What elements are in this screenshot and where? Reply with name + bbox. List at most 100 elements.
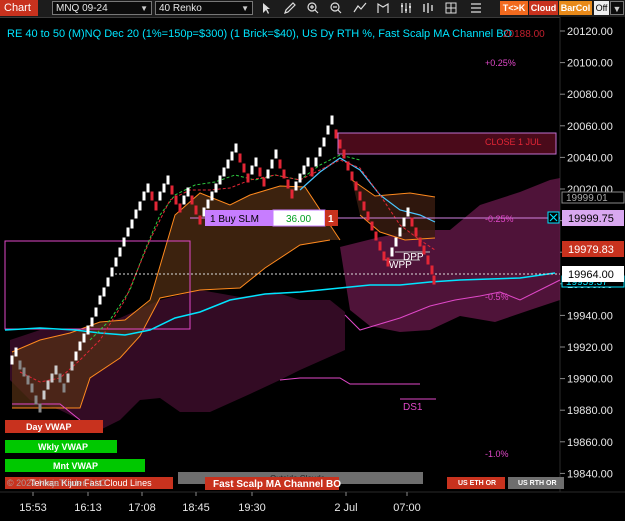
renko-brick	[106, 277, 110, 287]
renko-brick	[146, 183, 150, 193]
renko-brick	[354, 181, 358, 191]
bars-icon[interactable]	[420, 1, 436, 15]
y-axis-tick-label: 19940.00	[567, 310, 613, 322]
renko-brick	[378, 241, 382, 251]
zoom-in-icon[interactable]	[305, 1, 321, 15]
renko-brick	[58, 373, 62, 383]
pencil-icon[interactable]	[282, 1, 298, 15]
day-vwap-label: Day VWAP	[26, 422, 72, 432]
renko-brick	[154, 201, 158, 211]
renko-brick	[170, 185, 174, 195]
renko-brick	[234, 143, 238, 153]
renko-brick	[54, 365, 58, 375]
wpp-label: WPP	[389, 260, 412, 271]
bar-type-value: 40 Renko	[159, 3, 202, 14]
renko-brick	[70, 361, 74, 371]
y-axis-tick-label: 19840.00	[567, 468, 613, 480]
renko-brick	[158, 191, 162, 201]
renko-brick	[358, 191, 362, 201]
y-axis-tick-label: 20060.00	[567, 121, 613, 133]
renko-brick	[254, 157, 258, 167]
renko-brick	[118, 247, 122, 257]
renko-brick	[346, 161, 350, 171]
renko-brick	[206, 199, 210, 209]
renko-brick	[198, 215, 202, 225]
buy-order-qty: 1	[328, 214, 334, 225]
renko-brick	[410, 217, 414, 227]
renko-brick	[242, 163, 246, 173]
buy-order-label: 1 Buy SLM	[210, 214, 259, 225]
instrument-selector[interactable]: MNQ 09-24 ▼	[52, 1, 152, 15]
renko-brick	[294, 181, 298, 191]
percent-label-plus-025: +0.25%	[485, 58, 516, 68]
renko-brick	[134, 209, 138, 219]
title-overlap-price: 20188.00	[503, 29, 545, 40]
renko-brick	[190, 195, 194, 205]
grid-icon[interactable]	[443, 1, 459, 15]
cloud-toggle-button[interactable]: Cloud	[529, 1, 558, 15]
renko-brick	[258, 167, 262, 177]
renko-brick	[66, 373, 70, 383]
y-axis-tick-label: 19880.00	[567, 405, 613, 417]
renko-brick	[218, 175, 222, 185]
off-toggle-button[interactable]: Off	[594, 1, 609, 15]
renko-brick	[150, 191, 154, 201]
x-axis-tick-label: 07:00	[393, 502, 421, 514]
renko-brick	[418, 237, 422, 247]
renko-brick	[262, 177, 266, 187]
hidden-price-marker-value: 19999.01	[566, 193, 608, 204]
renko-brick	[338, 139, 342, 149]
renko-brick	[250, 165, 254, 175]
ds1-label: DS1	[403, 402, 423, 413]
indicators-icon[interactable]	[352, 1, 368, 15]
renko-brick	[214, 183, 218, 193]
renko-brick	[430, 265, 434, 275]
list-icon[interactable]	[468, 1, 484, 15]
renko-brick	[142, 191, 146, 201]
strategy-icon[interactable]	[375, 1, 391, 15]
x-axis-tick-label: 16:13	[74, 502, 102, 514]
cursor-icon[interactable]	[258, 1, 274, 15]
chevron-down-icon[interactable]: ▼	[610, 1, 624, 15]
renko-brick	[298, 173, 302, 183]
bar-type-selector[interactable]: 40 Renko ▼	[155, 1, 253, 15]
barcol-toggle-button[interactable]: BarCol	[559, 1, 592, 15]
renko-brick	[14, 347, 18, 357]
renko-brick	[318, 147, 322, 157]
renko-brick	[86, 325, 90, 335]
renko-brick	[226, 159, 230, 169]
us-rth-label: US RTH OR	[518, 480, 557, 487]
renko-brick	[82, 333, 86, 343]
y-axis-tick-label: 19860.00	[567, 437, 613, 449]
renko-brick	[174, 195, 178, 205]
renko-brick	[138, 201, 142, 211]
renko-brick	[22, 367, 26, 377]
renko-brick	[182, 195, 186, 205]
zoom-out-icon[interactable]	[328, 1, 344, 15]
renko-brick	[194, 205, 198, 215]
renko-brick	[432, 275, 436, 285]
renko-brick	[414, 227, 418, 237]
renko-brick	[222, 167, 226, 177]
renko-brick	[402, 217, 406, 227]
price-chart[interactable]: RE 40 to 50 (M)NQ Dec 20 (1%=150p=$300) …	[0, 17, 625, 521]
properties-icon[interactable]	[398, 1, 414, 15]
renko-brick	[98, 295, 102, 305]
chart-menu-button[interactable]: Chart	[0, 0, 38, 16]
renko-brick	[310, 167, 314, 177]
x-axis-labels: 15:53 16:13 17:08 18:45 19:30 2 Jul 07:00	[19, 492, 421, 514]
percent-label-minus-025: -0.25%	[485, 214, 514, 224]
renko-brick	[334, 129, 338, 139]
renko-brick	[394, 237, 398, 247]
renko-brick	[26, 375, 30, 385]
renko-brick	[282, 169, 286, 179]
renko-brick	[306, 157, 310, 167]
fast-scalp-label: Fast Scalp MA Channel BO	[213, 479, 341, 490]
renko-brick	[426, 255, 430, 265]
y-axis-tick-label: 20120.00	[567, 26, 613, 38]
x-axis-tick-label: 17:08	[128, 502, 156, 514]
renko-brick	[186, 187, 190, 197]
renko-brick	[90, 317, 94, 327]
tk-toggle-button[interactable]: T<>K	[500, 1, 528, 15]
chevron-down-icon: ▼	[140, 4, 148, 13]
